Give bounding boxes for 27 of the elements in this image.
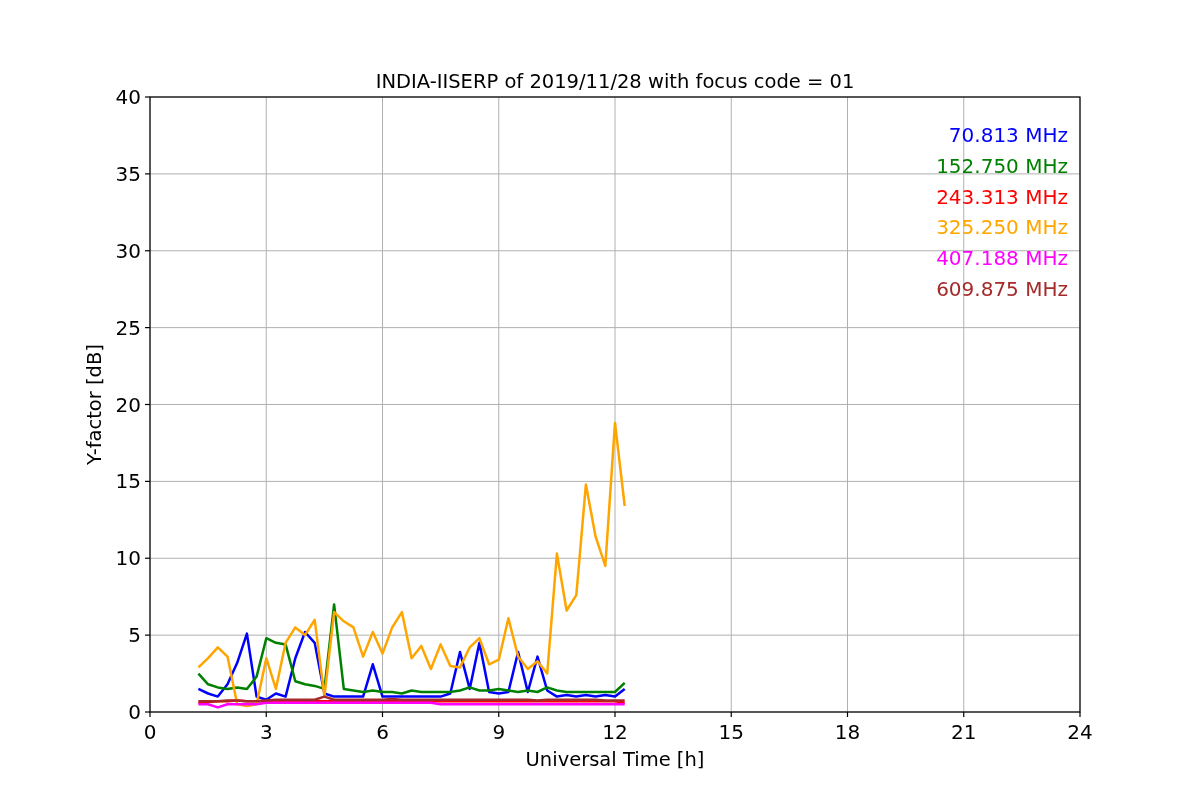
y-tick-label: 30: [115, 238, 141, 263]
x-tick-label: 21: [951, 720, 977, 744]
y-tick-label: 0: [128, 700, 141, 724]
legend-label: 325.250 MHz: [936, 215, 1068, 240]
legend-label: 152.750 MHz: [936, 153, 1068, 178]
x-tick-label: 6: [376, 720, 389, 744]
x-tick-label: 9: [492, 720, 506, 744]
y-tick-label: 40: [115, 85, 141, 109]
x-tick-label: 15: [718, 720, 744, 744]
chart-title: INDIA-IISERP of 2019/11/28 with focus code = 01: [375, 70, 855, 93]
y-tick-label: 10: [115, 546, 141, 571]
x-tick-label: 18: [834, 720, 861, 744]
x-tick-label: 0: [143, 720, 157, 744]
legend-label: 407.188 MHz: [936, 246, 1068, 271]
x-tick-label: 24: [1067, 720, 1093, 744]
x-tick-label: 3: [259, 720, 273, 744]
y-tick-label: 5: [128, 623, 141, 648]
y-tick-label: 15: [115, 469, 141, 494]
x-axis-label: Universal Time [h]: [525, 748, 705, 771]
y-tick-label: 20: [115, 392, 141, 417]
y-tick-label: 35: [115, 161, 141, 186]
y-axis-label: Y-factor [dB]: [83, 344, 106, 465]
legend-label: 70.813 MHz: [948, 123, 1068, 147]
y-tick-label: 25: [115, 315, 141, 340]
legend-label: 243.313 MHz: [936, 184, 1068, 209]
x-tick-label: 12: [602, 720, 628, 744]
legend-label: 609.875 MHz: [936, 277, 1068, 301]
